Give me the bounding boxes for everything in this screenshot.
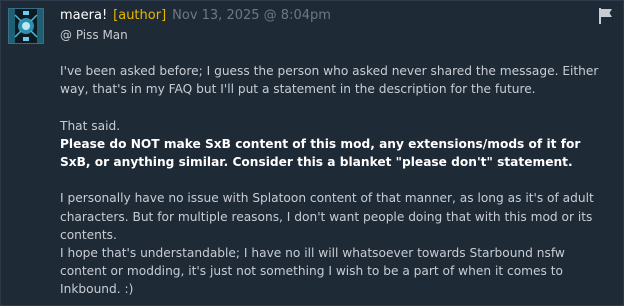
author-tag-badge: [author] bbox=[113, 8, 167, 23]
comment-paragraph-bold: Please do NOT make SxB content of this m… bbox=[60, 135, 600, 171]
bold-statement: Please do NOT make SxB content of this m… bbox=[60, 136, 581, 169]
comment-paragraph: That said. bbox=[60, 118, 121, 133]
flag-icon-shape bbox=[599, 8, 612, 24]
comment-paragraph: I hope that's understandable; I have no … bbox=[60, 246, 565, 297]
avatar-image bbox=[9, 9, 43, 43]
comment-body: I've been asked before; I guess the pers… bbox=[60, 62, 600, 299]
comment-paragraph: I've been asked before; I guess the pers… bbox=[60, 64, 599, 97]
comment-card: maera! [author] Nov 13, 2025 @ 8:04pm @ Pi… bbox=[0, 0, 624, 306]
comment-timestamp: Nov 13, 2025 @ 8:04pm bbox=[172, 8, 331, 23]
flag-icon[interactable] bbox=[597, 7, 615, 25]
reply-mention: @ Piss Man bbox=[60, 28, 128, 42]
author-name-link[interactable]: maera! bbox=[60, 8, 107, 23]
comment-paragraph: I personally have no issue with Splatoon… bbox=[60, 191, 594, 242]
comment-header: maera! [author] Nov 13, 2025 @ 8:04pm bbox=[60, 7, 331, 25]
user-avatar[interactable] bbox=[8, 8, 44, 44]
